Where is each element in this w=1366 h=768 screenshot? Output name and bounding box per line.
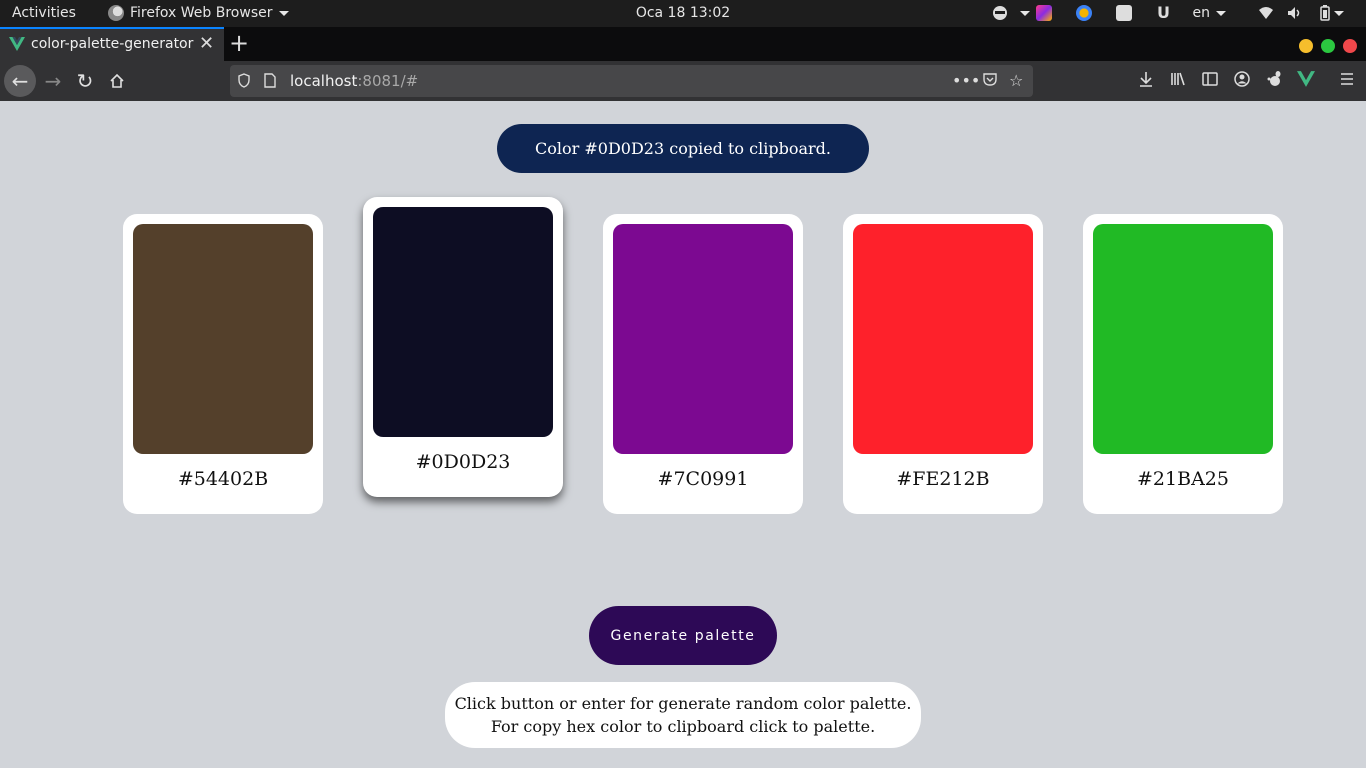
palette-card[interactable]: #FE212B [843, 214, 1043, 514]
instructions-box: Click button or enter for generate rando… [445, 682, 921, 748]
volume-icon[interactable] [1286, 5, 1302, 25]
hex-label: #7C0991 [657, 468, 749, 490]
new-tab-button[interactable]: + [229, 29, 249, 57]
forward-button[interactable]: → [37, 65, 69, 97]
url-host: localhost [290, 72, 358, 90]
palette-card-selected[interactable]: #0D0D23 [363, 197, 563, 497]
color-swatch[interactable] [613, 224, 793, 454]
sidebar-icon[interactable] [1202, 71, 1218, 91]
hex-label: #FE212B [896, 468, 990, 490]
download-icon[interactable] [1138, 71, 1154, 91]
page-content: Color #0D0D23 copied to clipboard. #5440… [0, 101, 1366, 768]
app-indicator-icon[interactable] [1036, 5, 1052, 21]
color-swatch[interactable] [853, 224, 1033, 454]
minimize-window-button[interactable] [1299, 39, 1313, 53]
activities-button[interactable]: Activities [12, 5, 76, 21]
copied-toast: Color #0D0D23 copied to clipboard. [497, 124, 869, 173]
system-top-bar: Activities Firefox Web Browser Oca 18 13… [0, 0, 1366, 27]
firefox-icon [108, 5, 124, 21]
palette-card[interactable]: #7C0991 [603, 214, 803, 514]
tab-strip: color-palette-generator ✕ + [0, 27, 1366, 61]
vue-devtools-icon[interactable] [1297, 71, 1315, 91]
color-swatch[interactable] [373, 207, 553, 437]
url-port-path: :8081/# [357, 72, 419, 90]
navigation-toolbar: ← → ↻ localhost:8081/# ••• ☆ [0, 61, 1366, 101]
close-tab-icon[interactable]: ✕ [199, 33, 214, 54]
battery-icon[interactable] [1320, 5, 1330, 25]
app-menu[interactable]: Firefox Web Browser [108, 5, 289, 21]
u-app-icon[interactable]: U [1157, 3, 1170, 22]
hex-label: #21BA25 [1137, 468, 1229, 490]
color-swatch[interactable] [133, 224, 313, 454]
tab-title: color-palette-generator [31, 36, 194, 52]
instructions-line: Click button or enter for generate rando… [454, 694, 912, 713]
maximize-window-button[interactable] [1321, 39, 1335, 53]
app-menu-label: Firefox Web Browser [130, 5, 273, 21]
color-swatch[interactable] [1093, 224, 1273, 454]
hamburger-menu-icon[interactable] [1339, 71, 1355, 91]
reload-button[interactable]: ↻ [69, 65, 101, 97]
app-indicator-icon[interactable] [1076, 5, 1092, 21]
palette-card[interactable]: #54402B [123, 214, 323, 514]
url-text[interactable]: localhost:8081/# [290, 72, 418, 90]
instructions-line: For copy hex color to clipboard click to… [490, 717, 876, 736]
wifi-icon[interactable] [1258, 5, 1274, 25]
palette-card[interactable]: #21BA25 [1083, 214, 1283, 514]
address-bar[interactable]: localhost:8081/# ••• ☆ [230, 65, 1033, 97]
chevron-down-icon [1216, 11, 1226, 16]
page-actions-icon[interactable]: ••• [952, 71, 980, 90]
indicator-icon[interactable] [992, 5, 1008, 25]
language-indicator[interactable]: en [1193, 5, 1211, 21]
vue-logo-icon [9, 37, 25, 51]
hex-label: #54402B [177, 468, 269, 490]
chevron-down-icon [278, 10, 289, 16]
chevron-down-icon [1334, 11, 1344, 16]
close-window-button[interactable] [1343, 39, 1357, 53]
hex-label: #0D0D23 [415, 451, 511, 473]
tab-color-palette-generator[interactable]: color-palette-generator ✕ [0, 27, 224, 61]
chevron-down-icon [1020, 11, 1030, 16]
home-button[interactable] [101, 65, 133, 97]
account-icon[interactable] [1234, 71, 1250, 91]
bookmark-star-icon[interactable]: ☆ [1009, 71, 1023, 90]
drive-icon[interactable] [1116, 5, 1132, 21]
gnome-extension-icon[interactable] [1266, 71, 1282, 91]
library-icon[interactable] [1170, 71, 1186, 91]
generate-palette-button[interactable]: Generate palette [589, 606, 777, 665]
page-info-icon[interactable] [264, 73, 276, 92]
tracking-protection-icon[interactable] [238, 73, 250, 92]
back-button[interactable]: ← [4, 65, 36, 97]
pocket-icon[interactable] [982, 71, 998, 91]
